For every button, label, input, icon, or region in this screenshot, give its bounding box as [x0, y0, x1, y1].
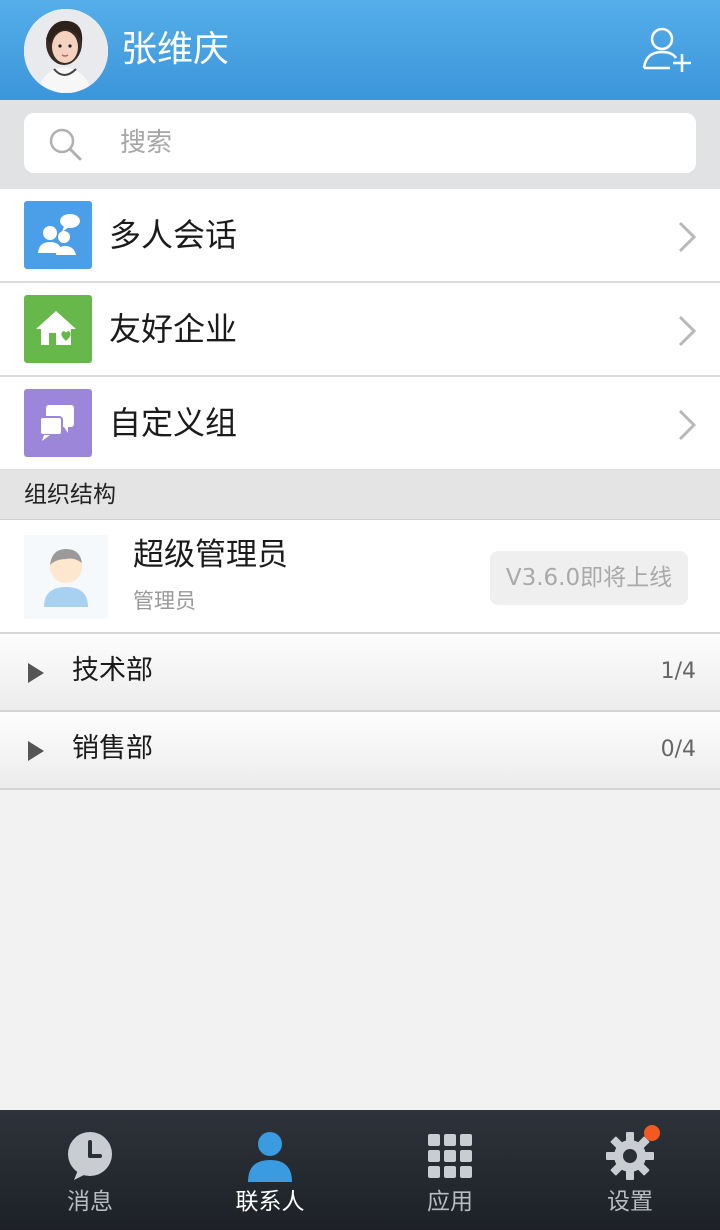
search-icon [49, 128, 82, 161]
nav-contacts[interactable]: 联系人 [180, 1110, 360, 1230]
chevron-right-icon [678, 221, 697, 253]
home-heart-icon [24, 295, 92, 363]
dept-name: 技术部 [72, 655, 153, 686]
admin-name: 超级管理员 [133, 537, 288, 573]
menu-label: 友好企业 [109, 310, 238, 348]
nav-apps[interactable]: 应用 [360, 1110, 540, 1230]
chevron-right-icon [678, 315, 697, 347]
expand-arrow-icon [28, 663, 44, 683]
nav-label: 设置 [607, 1189, 653, 1215]
dept-row-sales[interactable]: 销售部 0/4 [0, 712, 720, 790]
nav-label: 消息 [67, 1189, 113, 1215]
section-title: 组织结构 [24, 482, 116, 508]
nav-settings[interactable]: 设置 [540, 1110, 720, 1230]
user-avatar[interactable] [24, 9, 108, 93]
search-box[interactable] [24, 113, 696, 173]
default-person-icon [44, 549, 88, 607]
admin-row[interactable]: 超级管理员 管理员 V3.6.0即将上线 [0, 520, 720, 634]
chevron-right-icon [678, 409, 697, 441]
add-contact-button[interactable] [640, 24, 696, 76]
admin-role: 管理员 [133, 589, 196, 613]
nav-label: 应用 [427, 1189, 473, 1215]
group-chat-icon [24, 201, 92, 269]
menu-custom-group[interactable]: 自定义组 [0, 377, 720, 471]
top-bar: 张维庆 [0, 0, 720, 100]
admin-avatar [24, 535, 108, 619]
expand-arrow-icon [28, 741, 44, 761]
version-badge: V3.6.0即将上线 [490, 551, 688, 605]
search-bar [0, 100, 720, 189]
bottom-nav: 消息 联系人 应用 设置 [0, 1110, 720, 1230]
menu-label: 多人会话 [109, 216, 238, 254]
chat-bubbles-icon [24, 389, 92, 457]
dept-count: 1/4 [660, 659, 696, 684]
menu-label: 自定义组 [109, 404, 238, 442]
menu-friendly-company[interactable]: 友好企业 [0, 283, 720, 377]
menu-group-chat[interactable]: 多人会话 [0, 189, 720, 283]
dept-row-tech[interactable]: 技术部 1/4 [0, 634, 720, 712]
nav-label: 联系人 [235, 1189, 305, 1215]
clock-bubble-icon [68, 1132, 112, 1180]
person-icon [248, 1132, 292, 1182]
dept-name: 销售部 [72, 733, 153, 764]
nav-messages[interactable]: 消息 [0, 1110, 180, 1230]
org-section-header: 组织结构 [0, 470, 720, 520]
add-contact-icon [642, 27, 691, 72]
avatar-photo-icon [24, 9, 108, 93]
grid-icon [428, 1134, 472, 1178]
search-input[interactable] [120, 123, 680, 163]
user-name: 张维庆 [121, 29, 230, 70]
dept-count: 0/4 [660, 737, 696, 762]
settings-badge-dot [644, 1125, 660, 1141]
